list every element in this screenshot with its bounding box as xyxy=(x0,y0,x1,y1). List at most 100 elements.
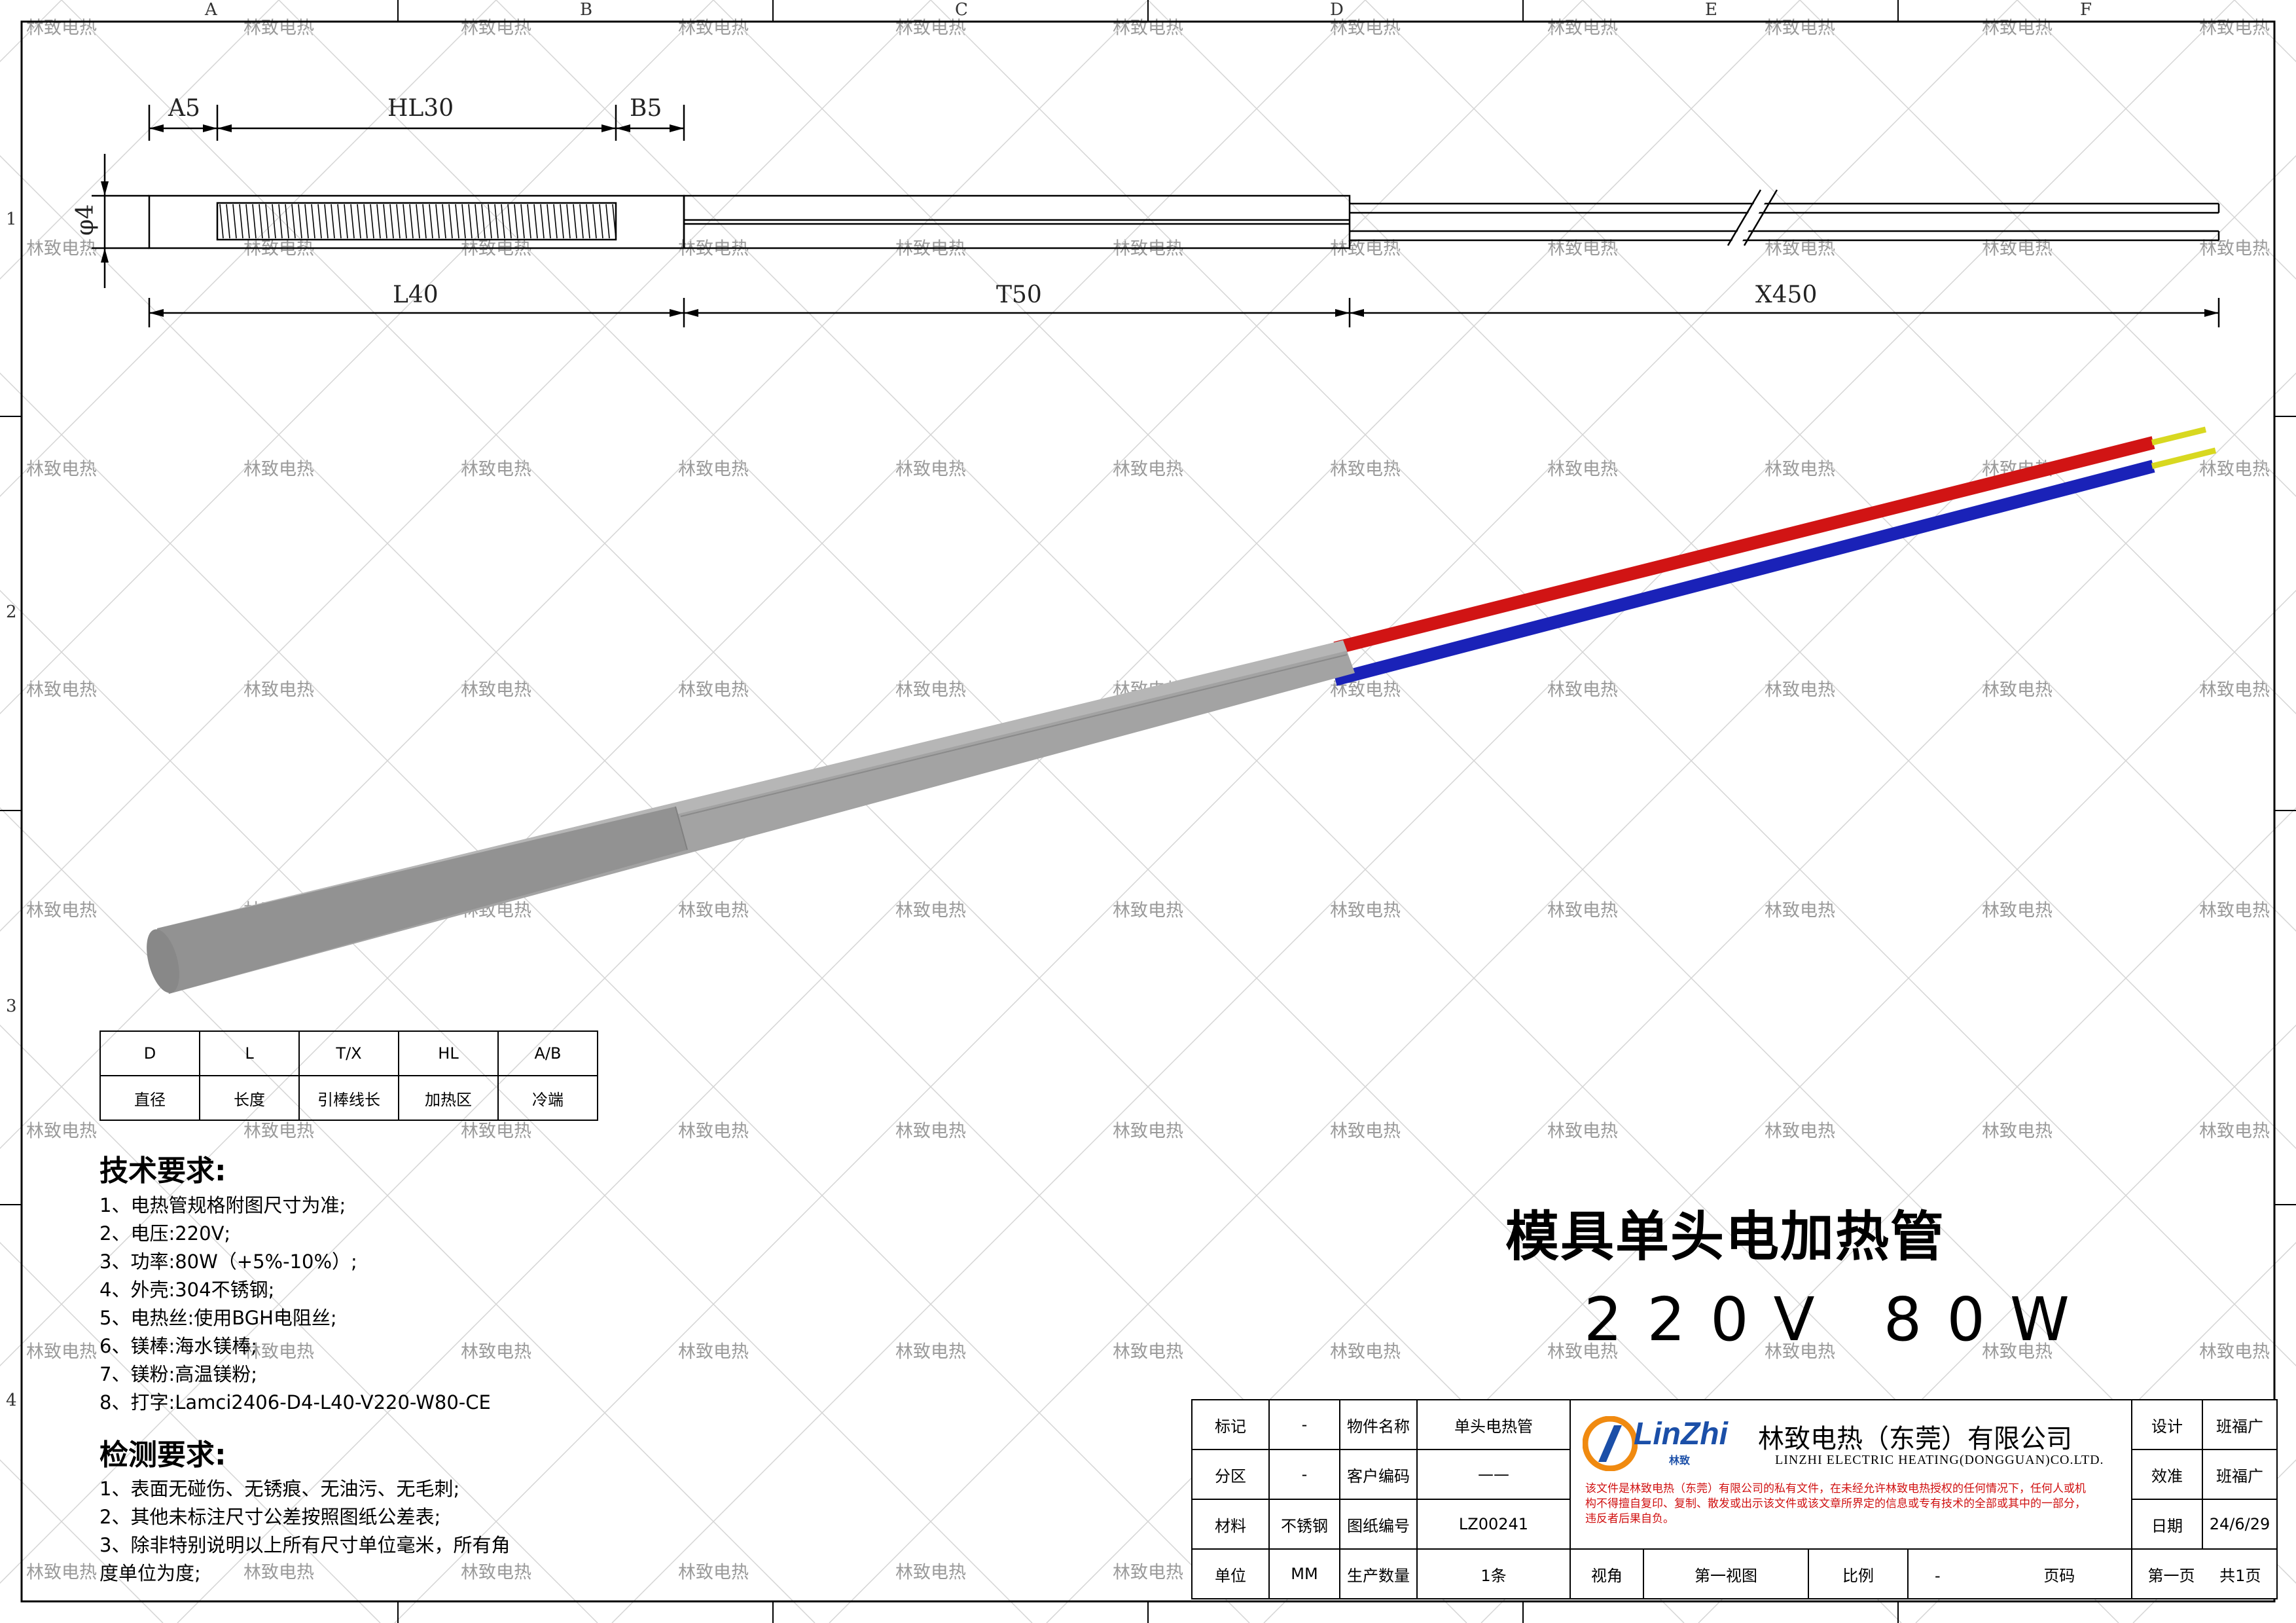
watermark-grid-line xyxy=(0,1024,598,1623)
tb-material-value: 不锈钢 xyxy=(1268,1499,1340,1550)
spec-header-ab: A/B xyxy=(497,1030,598,1076)
tb-zone-label: 分区 xyxy=(1191,1449,1270,1500)
hatch-line xyxy=(435,204,440,239)
spec-value-ab: 冷端 xyxy=(497,1075,598,1121)
watermark-grid-line xyxy=(2234,0,2296,63)
hatch-line xyxy=(278,204,283,239)
watermark-grid-line xyxy=(1915,1241,2296,1623)
tb-design-value: 班福广 xyxy=(2202,1399,2278,1450)
hatch-line xyxy=(219,204,224,239)
zone-col-a: A xyxy=(205,0,217,20)
logo-sub: 林致 xyxy=(1669,1454,1691,1467)
hatch-line xyxy=(586,204,590,239)
watermark-grid-line xyxy=(177,0,1801,1623)
hatch-line xyxy=(579,204,584,239)
inspection-requirements-title: 检测要求: xyxy=(99,1438,226,1472)
tech-req-line: 4、外壳:304不锈钢; xyxy=(99,1279,275,1301)
hatch-line xyxy=(514,204,518,239)
drawing-frame xyxy=(0,0,2296,1623)
dim-diameter: φ4 xyxy=(72,204,99,236)
zone-col-d: D xyxy=(1330,0,1344,20)
hatch-line xyxy=(376,204,381,239)
hatch-line xyxy=(350,204,355,239)
inspection-req-line: 3、除非特别说明以上所有尺寸单位毫米，所有角 xyxy=(99,1534,511,1556)
watermark-grid-line xyxy=(1799,0,2296,498)
hatch-line xyxy=(494,204,499,239)
hatch-line xyxy=(481,204,486,239)
hatch-line xyxy=(429,204,433,239)
spec-table: D L T/X HL A/B 直径 长度 引棒线长 加热区 冷端 xyxy=(99,1030,598,1121)
tb-page-cell: 第一页 共1页 xyxy=(2131,1548,2278,1599)
watermark-grid-line xyxy=(1263,589,2296,1623)
hatch-line xyxy=(317,204,322,239)
hatch-line xyxy=(475,204,479,239)
watermark-grid-line xyxy=(394,0,2018,1623)
tb-scale-value: - xyxy=(1935,1566,1941,1585)
watermark-grid-line xyxy=(1046,372,2296,1623)
tech-requirements-title: 技术要求: xyxy=(99,1154,226,1188)
hatch-line xyxy=(324,204,329,239)
watermark-grid-line xyxy=(2132,1459,2296,1623)
dim-x: X450 xyxy=(1755,282,1818,308)
hatch-line xyxy=(507,204,512,239)
hatch-line xyxy=(527,204,531,239)
hatch-line xyxy=(245,204,250,239)
watermark-grid-line xyxy=(278,0,1902,1623)
hatch-line xyxy=(422,204,427,239)
tb-view-label: 视角 xyxy=(1570,1548,1644,1599)
watermark-grid-line xyxy=(1480,807,2296,1623)
hatch-line xyxy=(592,204,597,239)
hatch-line xyxy=(599,204,603,239)
tb-total-pages: 共1页 xyxy=(2219,1566,2261,1585)
spec-table-header-row: D L T/X HL A/B xyxy=(99,1030,598,1076)
hatch-line xyxy=(357,204,361,239)
zone-col-c: C xyxy=(955,0,968,20)
hatch-line xyxy=(396,204,401,239)
company-name-en: LINZHI ELECTRIC HEATING(DONGGUAN)CO.LTD. xyxy=(1775,1453,2104,1467)
tb-date-label: 日期 xyxy=(2131,1499,2203,1550)
dim-hl: HL30 xyxy=(387,95,454,122)
spec-value-d: 直径 xyxy=(99,1075,200,1121)
hatch-line xyxy=(468,204,473,239)
tb-drawing-no-value: LZ00241 xyxy=(1416,1499,1571,1550)
tb-quantity-label: 生产数量 xyxy=(1339,1548,1418,1599)
tech-req-line: 8、打字:Lamci2406-D4-L40-V220-W80-CE xyxy=(99,1391,491,1413)
spec-value-hl: 加热区 xyxy=(398,1075,499,1121)
zone-col-e: E xyxy=(1705,0,1717,20)
tb-page-value: 第一页 xyxy=(2147,1566,2195,1585)
tb-scale-label: 比例 xyxy=(1808,1548,1909,1599)
hatch-line xyxy=(239,204,243,239)
tb-quantity-value: 1条 xyxy=(1416,1548,1571,1599)
inspection-req-line: 1、表面无碰伤、无锈痕、无油污、无毛刺; xyxy=(99,1478,460,1500)
hatch-line xyxy=(232,204,237,239)
hatch-line xyxy=(259,204,263,239)
hatch-line xyxy=(560,204,564,239)
hatch-line xyxy=(540,204,545,239)
inspection-req-line: 度单位为度; xyxy=(99,1562,201,1584)
tb-customer-code-value: —— xyxy=(1416,1449,1571,1500)
title-block: 标记 - 物件名称 单头电热管 LinZhi 林致 林致电热（东莞）有限公司 L… xyxy=(1191,1399,2278,1599)
logo-wordmark: LinZhi xyxy=(1634,1417,1728,1451)
hatch-line xyxy=(547,204,551,239)
tech-req-line: 6、镁棒:海水镁棒; xyxy=(99,1335,257,1357)
tb-material-label: 材料 xyxy=(1191,1499,1270,1550)
hatch-line xyxy=(403,204,407,239)
spec-header-tx: T/X xyxy=(298,1030,399,1076)
hatch-line xyxy=(298,204,302,239)
tb-check-value: 班福广 xyxy=(2202,1449,2278,1500)
tech-req-line: 3、功率:80W（+5%-10%）; xyxy=(99,1250,357,1273)
tb-unit-label: 单位 xyxy=(1191,1548,1270,1599)
watermark-grid-line xyxy=(1582,0,2296,715)
zone-row-3: 3 xyxy=(6,996,17,1016)
tech-req-line: 2、电压:220V; xyxy=(99,1222,231,1245)
spec-table-value-row: 直径 长度 引棒线长 加热区 冷端 xyxy=(99,1075,598,1121)
hatch-line xyxy=(455,204,459,239)
tb-company-cell: LinZhi 林致 林致电热（东莞）有限公司 LINZHI ELECTRIC H… xyxy=(1570,1399,2132,1550)
hatch-line xyxy=(553,204,558,239)
tb-part-name-label: 物件名称 xyxy=(1339,1399,1418,1450)
tech-req-line: 5、电热丝:使用BGH电阻丝; xyxy=(99,1307,337,1329)
zone-row-2: 2 xyxy=(6,602,17,622)
hatch-line xyxy=(461,204,466,239)
spec-value-l: 长度 xyxy=(199,1075,300,1121)
product-subtitle: 220V 80W xyxy=(1584,1285,2094,1355)
